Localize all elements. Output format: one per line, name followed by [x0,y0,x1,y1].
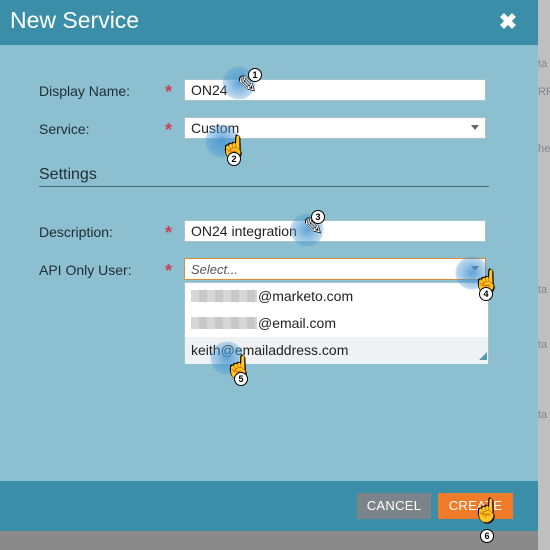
required-asterisk: * [165,120,173,140]
background-text-fragment: RR [538,86,550,98]
dropdown-option[interactable]: @email.com [185,310,488,337]
bottom-strip [0,531,538,550]
step-number: 5 [234,372,248,386]
background-text-fragment: ta [538,339,548,351]
chevron-down-icon [471,125,479,130]
close-icon[interactable]: ✖ [496,10,520,34]
background-text-fragment: ta [538,409,548,421]
required-asterisk: * [165,223,173,243]
redacted-text [191,317,257,329]
step-number: 1 [248,68,262,82]
description-value: ON24 integration [191,223,297,239]
dialog-titlebar: New Service ✖ [0,0,538,45]
section-divider [39,186,489,187]
option-email-suffix: @email.com [258,315,337,331]
background-text-fragment: he [538,143,550,155]
settings-heading: Settings [39,166,97,183]
description-input[interactable]: ON24 integration [184,220,486,242]
step-number: 3 [311,210,325,224]
option-email-suffix: @marketo.com [258,288,354,304]
service-label: Service: [39,121,90,137]
background-text-fragment: ta [538,58,548,70]
api-only-user-placeholder: Select... [191,262,238,277]
step-number: 4 [479,287,493,301]
required-asterisk: * [165,82,173,102]
background-text-fragment: ta [538,284,548,296]
required-asterisk: * [165,261,173,281]
hand-pointer-icon: ☝ [473,498,501,523]
display-name-label: Display Name: [39,83,131,99]
dialog-title: New Service [10,7,140,33]
api-only-user-label: API Only User: [39,262,132,278]
resize-handle-icon[interactable] [479,352,487,360]
dropdown-option[interactable]: @marketo.com [185,283,488,310]
step-number: 2 [227,152,241,166]
step-number: 6 [480,529,494,543]
cancel-button[interactable]: CANCEL [357,493,431,519]
description-label: Description: [39,224,113,240]
api-only-user-select[interactable]: Select... [184,258,486,280]
redacted-text [191,290,257,302]
